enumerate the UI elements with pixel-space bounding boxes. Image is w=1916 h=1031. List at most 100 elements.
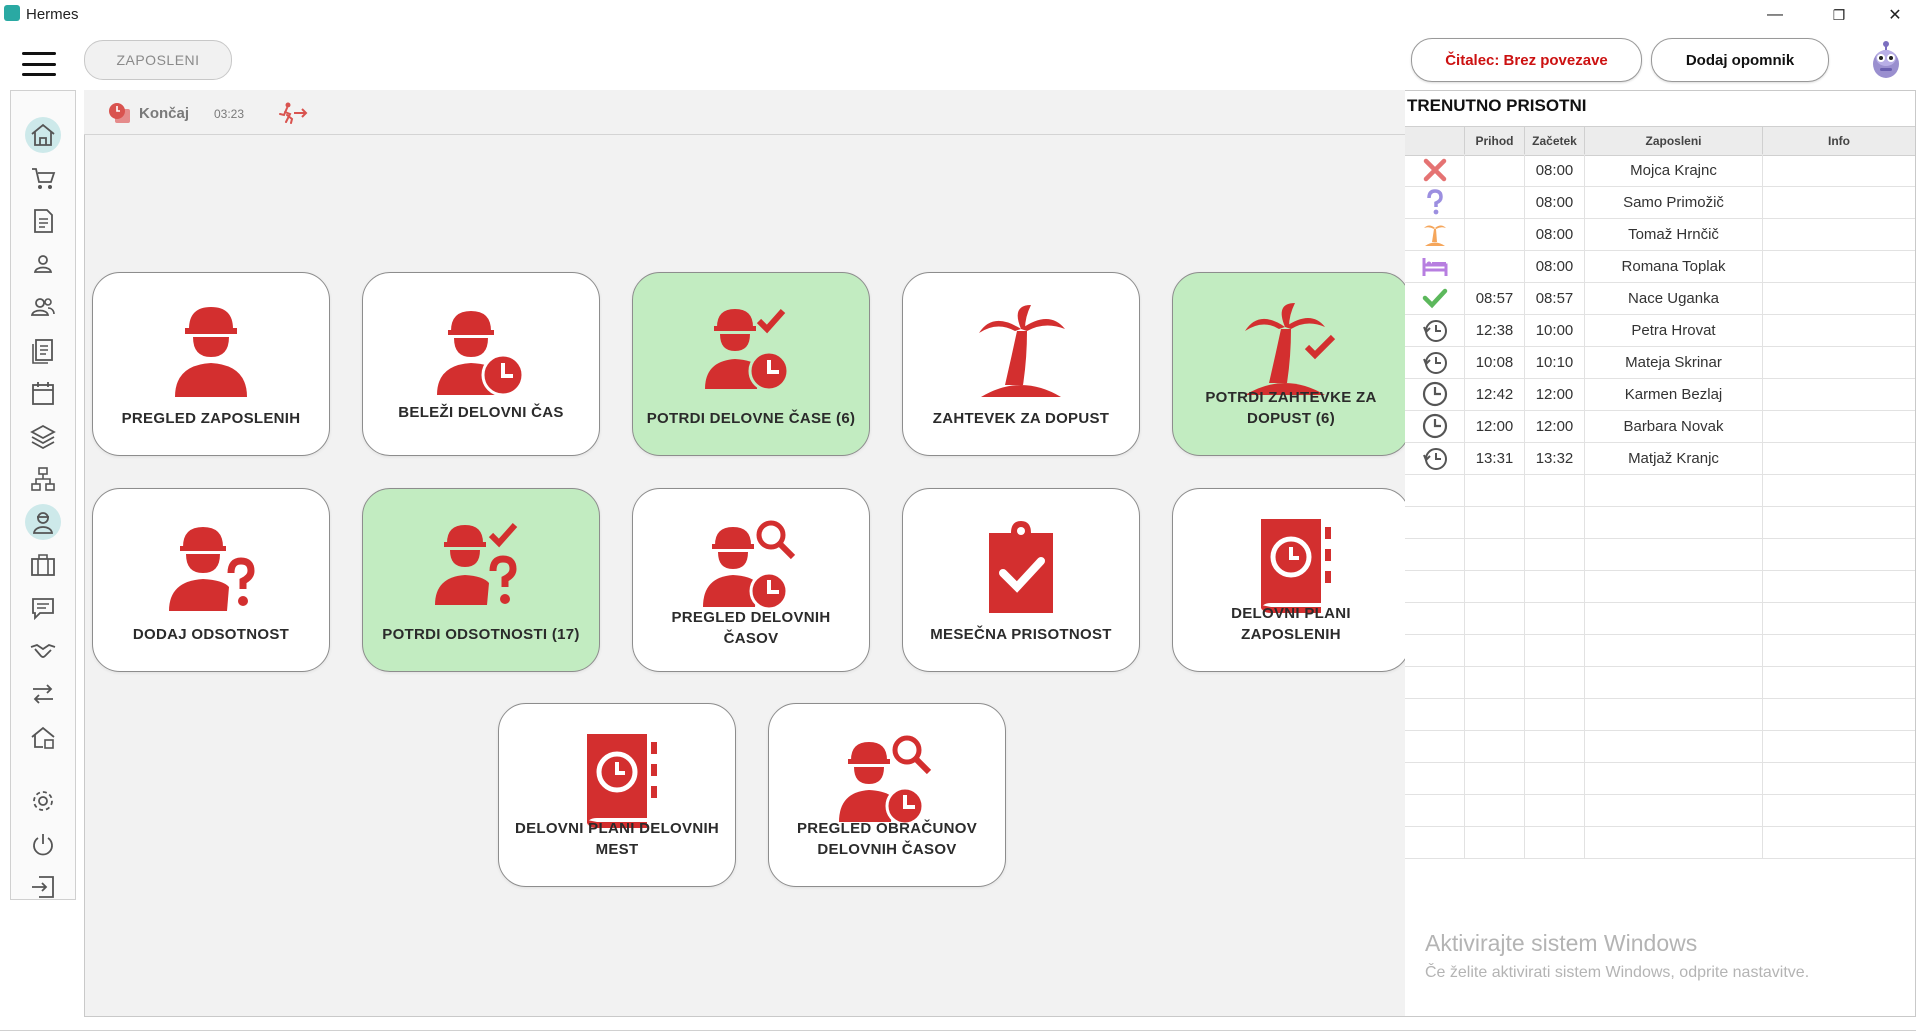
tile-pregled-delovnih-casov[interactable]: PREGLED DELOVNIH ČASOV xyxy=(632,488,870,672)
history-clock-icon xyxy=(1422,320,1447,342)
planner-clock-icon xyxy=(587,734,657,828)
sidebar-item-locations[interactable] xyxy=(25,719,61,755)
table-row[interactable]: 08:00 Tomaž Hrnčič xyxy=(1405,218,1915,251)
cell-zacetek xyxy=(1525,602,1585,634)
cell-prihod xyxy=(1465,634,1525,666)
close-button[interactable]: ✕ xyxy=(1872,0,1916,30)
stop-icon[interactable] xyxy=(108,102,132,124)
cell-prihod xyxy=(1465,250,1525,282)
sidebar-item-employees[interactable] xyxy=(25,504,61,540)
cell-prihod: 08:57 xyxy=(1465,282,1525,314)
table-row[interactable]: 08:57 08:57 Nace Uganka xyxy=(1405,282,1915,315)
tile-delovni-plani-zaposlenih[interactable]: DELOVNI PLANI ZAPOSLENIH xyxy=(1172,488,1410,672)
sidebar-item-calendar[interactable] xyxy=(25,375,61,411)
elapsed-time: 03:23 xyxy=(214,107,245,121)
sidebar-item-messages[interactable] xyxy=(25,590,61,626)
cell-zacetek: 10:00 xyxy=(1525,314,1585,346)
add-reminder-button[interactable]: Dodaj opomnik xyxy=(1651,38,1829,82)
table-row[interactable]: 08:00 Mojca Krajnc xyxy=(1405,154,1915,187)
table-row[interactable]: 08:00 Samo Primožič xyxy=(1405,186,1915,219)
cell-info xyxy=(1763,698,1915,730)
cell-prihod xyxy=(1465,154,1525,186)
end-button-label[interactable]: Končaj xyxy=(139,105,189,122)
cell-zaposleni xyxy=(1585,474,1763,506)
cell-info xyxy=(1763,410,1915,442)
sidebar-item-home[interactable] xyxy=(25,117,61,153)
tile-pregled-obracunov[interactable]: PREGLED OBRAČUNOV DELOVNIH ČASOV xyxy=(768,703,1006,887)
tile-pregled-zaposlenih[interactable]: PREGLED ZAPOSLENIH xyxy=(92,272,330,456)
col-info[interactable]: Info xyxy=(1763,127,1915,155)
tile-potrdi-zahtevke-za-dopust[interactable]: POTRDI ZAHTEVKE ZA DOPUST (6) xyxy=(1172,272,1410,456)
cell-zaposleni xyxy=(1585,730,1763,762)
sidebar-item-briefcase[interactable] xyxy=(25,547,61,583)
tile-belezi-delovni-cas[interactable]: BELEŽI DELOVNI ČAS xyxy=(362,272,600,456)
reader-status-button[interactable]: Čitalec: Brez povezave xyxy=(1411,38,1642,82)
cell-zaposleni: Matjaž Kranjc xyxy=(1585,442,1763,474)
table-row[interactable]: 08:00 Romana Toplak xyxy=(1405,250,1915,283)
table-row[interactable]: 12:38 10:00 Petra Hrovat xyxy=(1405,314,1915,347)
sidebar-item-people[interactable] xyxy=(25,289,61,325)
tile-potrdi-odsotnosti[interactable]: POTRDI ODSOTNOSTI (17) xyxy=(362,488,600,672)
tile-dodaj-odsotnost[interactable]: DODAJ ODSOTNOST xyxy=(92,488,330,672)
absent-x-icon xyxy=(1423,158,1446,182)
sidebar-item-partners[interactable] xyxy=(25,633,61,669)
cell-status xyxy=(1405,730,1465,762)
sidebar-item-settings[interactable] xyxy=(25,783,61,819)
cell-status xyxy=(1405,570,1465,602)
avatar[interactable] xyxy=(1866,36,1906,80)
cell-status xyxy=(1405,218,1465,250)
tile-delovni-plani-delovnih-mest[interactable]: DELOVNI PLANI DELOVNIH MEST xyxy=(498,703,736,887)
tile-zahtevek-za-dopust[interactable]: ZAHTEVEK ZA DOPUST xyxy=(902,272,1140,456)
tile-label: PREGLED DELOVNIH ČASOV xyxy=(671,609,831,647)
sidebar-item-logout[interactable] xyxy=(25,869,61,905)
sidebar-item-transfers[interactable] xyxy=(25,676,61,712)
col-prihod[interactable]: Prihod xyxy=(1465,127,1525,155)
tile-mesecna-prisotnost[interactable]: MESEČNA PRISOTNOST xyxy=(902,488,1140,672)
cell-info xyxy=(1763,794,1915,826)
cell-status xyxy=(1405,442,1465,474)
hierarchy-icon xyxy=(31,467,55,491)
cell-zaposleni xyxy=(1585,762,1763,794)
title-bar: Hermes — ❐ ✕ xyxy=(0,0,1916,30)
sidebar-item-hierarchy[interactable] xyxy=(25,461,61,497)
sidebar-item-power[interactable] xyxy=(25,826,61,862)
table-row[interactable]: 10:08 10:10 Mateja Skrinar xyxy=(1405,346,1915,379)
exit-running-icon[interactable] xyxy=(276,102,308,124)
cell-prihod xyxy=(1465,826,1525,858)
sidebar-item-list[interactable] xyxy=(25,332,61,368)
cell-zaposleni xyxy=(1585,794,1763,826)
cell-prihod xyxy=(1465,762,1525,794)
cell-info xyxy=(1763,314,1915,346)
table-row[interactable]: 12:00 12:00 Barbara Novak xyxy=(1405,410,1915,443)
maximize-button[interactable]: ❐ xyxy=(1816,0,1862,30)
tile-label: POTRDI ODSOTNOSTI (17) xyxy=(382,626,580,643)
col-zacetek[interactable]: Začetek xyxy=(1525,127,1585,155)
sidebar-item-layers[interactable] xyxy=(25,418,61,454)
clipboard-check-icon xyxy=(989,521,1053,613)
table-row[interactable]: 13:31 13:32 Matjaž Kranjc xyxy=(1405,442,1915,475)
employee-icon xyxy=(32,512,54,534)
empty-table-row xyxy=(1405,730,1915,763)
history-clock-icon xyxy=(1422,352,1447,374)
window-title: Hermes xyxy=(26,6,79,23)
sidebar-item-documents[interactable] xyxy=(25,203,61,239)
tile-potrdi-delovne-case[interactable]: POTRDI DELOVNE ČASE (6) xyxy=(632,272,870,456)
layers-icon xyxy=(30,424,56,450)
cell-prihod xyxy=(1465,794,1525,826)
col-zaposleni[interactable]: Zaposleni xyxy=(1585,127,1763,155)
activation-watermark-text: Če želite aktivirati sistem Windows, odp… xyxy=(1425,964,1810,981)
sidebar-item-person[interactable] xyxy=(25,246,61,282)
worker-icon xyxy=(175,307,247,397)
cell-status xyxy=(1405,538,1465,570)
cell-status xyxy=(1405,826,1465,858)
minimize-button[interactable]: — xyxy=(1752,0,1798,30)
worker-search-clock-icon xyxy=(839,735,932,826)
menu-icon[interactable] xyxy=(22,52,56,76)
table-row[interactable]: 12:42 12:00 Karmen Bezlaj xyxy=(1405,378,1915,411)
palm-icon xyxy=(979,305,1065,397)
sidebar-item-shop[interactable] xyxy=(25,160,61,196)
tile-label: PREGLED OBRAČUNOV DELOVNIH ČASOV xyxy=(796,820,978,858)
briefcase-icon xyxy=(31,554,55,576)
cell-zaposleni xyxy=(1585,538,1763,570)
tab-zaposleni[interactable]: ZAPOSLENI xyxy=(84,40,232,80)
